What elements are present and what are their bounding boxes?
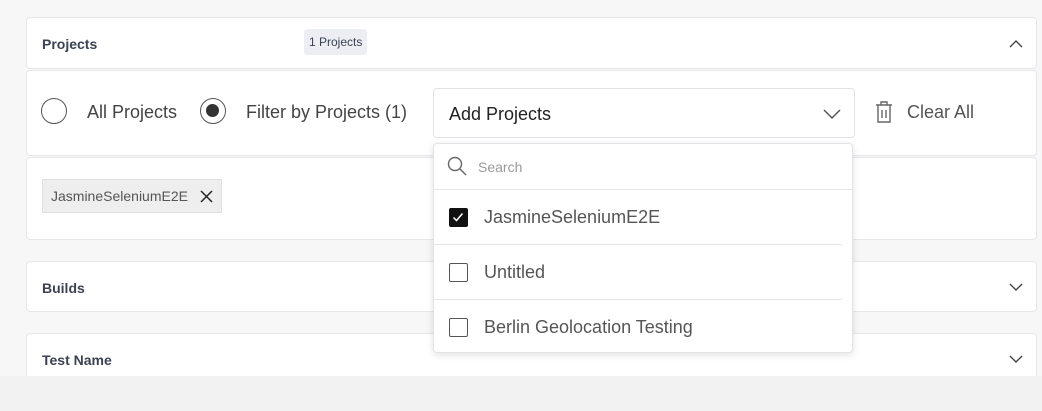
checkbox[interactable] [449, 263, 468, 282]
trash-icon [876, 101, 892, 123]
dropdown-option[interactable]: Untitled [434, 245, 842, 300]
chevron-up-icon[interactable] [1008, 36, 1024, 52]
check-icon [452, 213, 464, 222]
selected-project-chip: JasmineSeleniumE2E [42, 179, 222, 213]
projects-count-badge: 1 Projects [304, 29, 368, 55]
chevron-down-icon [823, 109, 841, 120]
option-label: Berlin Geolocation Testing [484, 317, 693, 337]
add-projects-label: Add Projects [449, 104, 552, 124]
search-input[interactable]: Search [478, 159, 522, 175]
option-label: Untitled [484, 262, 546, 282]
all-projects-radio[interactable] [41, 98, 67, 124]
projects-dropdown-menu: Search JasmineSeleniumE2E Untitled Berli… [433, 143, 853, 353]
clear-all-label: Clear All [907, 101, 975, 122]
clear-all-button[interactable]: Clear All [875, 101, 974, 123]
dropdown-option[interactable]: JasmineSeleniumE2E [434, 190, 842, 245]
checkbox[interactable] [449, 318, 468, 337]
dropdown-option[interactable]: Berlin Geolocation Testing [434, 300, 842, 355]
checkbox-checked[interactable] [449, 208, 468, 227]
builds-title: Builds [42, 280, 85, 296]
option-label: JasmineSeleniumE2E [484, 207, 661, 227]
chevron-down-icon[interactable] [1008, 351, 1024, 367]
close-icon[interactable] [200, 189, 213, 203]
search-icon [447, 156, 467, 176]
dropdown-search[interactable]: Search [434, 144, 852, 190]
footer-area [0, 376, 1042, 411]
filter-by-projects-label[interactable]: Filter by Projects (1) [246, 102, 407, 123]
add-projects-select[interactable]: Add Projects [433, 88, 855, 138]
projects-header[interactable]: Projects 1 Projects [26, 17, 1037, 69]
test-name-title: Test Name [42, 352, 112, 368]
filter-by-projects-radio[interactable] [200, 98, 226, 124]
all-projects-label[interactable]: All Projects [87, 102, 177, 123]
chevron-down-icon[interactable] [1008, 279, 1024, 295]
chip-label: JasmineSeleniumE2E [51, 188, 188, 204]
projects-title: Projects [42, 36, 98, 52]
